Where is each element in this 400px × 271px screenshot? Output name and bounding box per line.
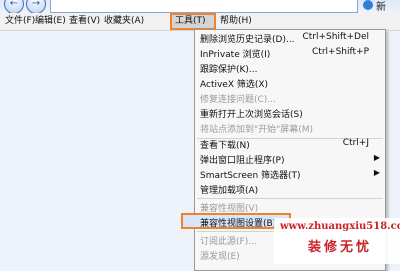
menu-item-popup-blocker[interactable]: 弹出窗口阻止程序(P) ▶ xyxy=(195,151,385,167)
submenu-arrow-icon: ▶ xyxy=(373,168,380,177)
menu-item-inprivate[interactable]: InPrivate 浏览(I) Ctrl+Shift+P xyxy=(195,45,385,61)
watermark-name: 装修无忧 xyxy=(308,240,373,255)
browser-toolbar: ← → 新 xyxy=(0,0,400,14)
tab-title[interactable]: 新 xyxy=(376,0,386,13)
menu-item-fix-connection[interactable]: 修复连接问题(C)... xyxy=(195,90,385,106)
menu-item-view-downloads[interactable]: 查看下载(N) Ctrl+J xyxy=(195,136,385,152)
menu-item-tracking-protection[interactable]: 跟踪保护(K)... xyxy=(195,60,385,76)
address-bar[interactable] xyxy=(50,0,358,13)
menu-edit[interactable]: 编辑(E) xyxy=(32,13,69,30)
menu-item-smartscreen[interactable]: SmartScreen 筛选器(T) ▶ xyxy=(195,166,385,182)
submenu-arrow-icon: ▶ xyxy=(373,153,380,162)
menu-item-add-to-start[interactable]: 将站点添加到"开始"屏幕(M) xyxy=(195,120,385,136)
watermark-url: www.zhuangxiu518.com xyxy=(280,221,400,232)
back-arrow-icon[interactable]: ← xyxy=(4,0,24,14)
menu-item-reopen-session[interactable]: 重新打开上次浏览会话(S) xyxy=(195,105,385,121)
menu-tools[interactable]: 工具(T) xyxy=(170,13,216,30)
ie-page-icon xyxy=(363,0,373,10)
menu-help[interactable]: 帮助(H) xyxy=(217,13,255,30)
menu-item-manage-addons[interactable]: 管理加载项(A) xyxy=(195,181,385,197)
menu-item-delete-history[interactable]: 删除浏览历史记录(D)... Ctrl+Shift+Del xyxy=(195,30,385,46)
menu-favorites[interactable]: 收藏夹(A) xyxy=(101,13,147,30)
menu-view[interactable]: 查看(V) xyxy=(66,13,103,30)
site-watermark: www.zhuangxiu518.com 装修无忧 xyxy=(274,218,400,264)
forward-arrow-icon[interactable]: → xyxy=(26,0,46,14)
menu-item-activex-filter[interactable]: ActiveX 筛选(X) xyxy=(195,75,385,91)
